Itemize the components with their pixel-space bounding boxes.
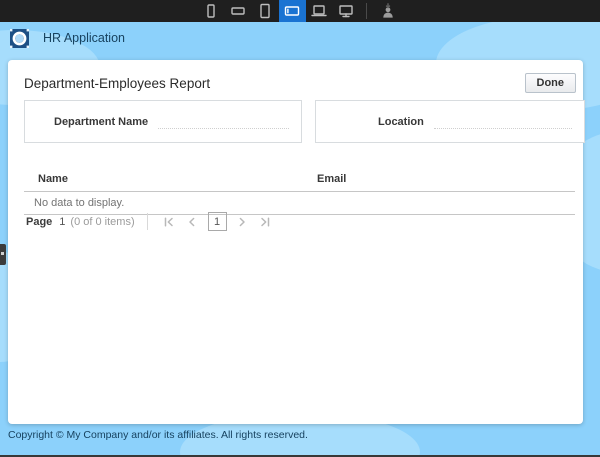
page-label: Page — [26, 215, 53, 228]
tablet-landscape-icon — [284, 6, 300, 16]
laptop-icon — [311, 5, 327, 17]
desktop-icon — [339, 5, 353, 18]
department-name-panel: Department Name — [24, 100, 302, 143]
pagination-bar: Page 1 (0 of 0 items) 1 — [26, 212, 277, 231]
user-persona-icon — [382, 3, 393, 18]
device-phone-landscape-button[interactable] — [225, 0, 252, 22]
device-desktop-button[interactable] — [333, 0, 360, 22]
last-page-button[interactable] — [257, 213, 274, 230]
phone-portrait-icon — [207, 4, 215, 18]
location-empty-field — [433, 128, 572, 129]
location-header: Location — [378, 115, 424, 128]
tablet-portrait-icon — [260, 3, 270, 19]
app-title: HR Application — [43, 31, 125, 45]
current-page-box[interactable]: 1 — [207, 212, 227, 231]
last-page-icon — [261, 216, 270, 227]
location-panel: Location — [315, 100, 585, 143]
drawer-expand-handle[interactable] — [0, 244, 6, 265]
next-page-button[interactable] — [234, 213, 251, 230]
table-header-row: Name Email — [24, 168, 575, 192]
copyright-footer: Copyright © My Company and/or its affili… — [8, 429, 308, 441]
device-tablet-landscape-button-selected[interactable] — [278, 0, 306, 22]
device-laptop-button[interactable] — [306, 0, 333, 22]
page-title: Department-Employees Report — [24, 76, 211, 91]
chevron-right-icon — [239, 217, 245, 226]
phone-landscape-icon — [231, 7, 245, 15]
device-phone-portrait-button[interactable] — [198, 0, 225, 22]
department-name-header: Department Name — [54, 115, 149, 128]
done-button[interactable]: Done — [524, 73, 576, 93]
drawer-handle-icon — [1, 252, 4, 255]
previous-page-button[interactable] — [184, 213, 201, 230]
employees-table: Name Email No data to display. — [24, 168, 575, 215]
column-header-name: Name — [38, 173, 68, 185]
device-tablet-portrait-button[interactable] — [252, 0, 279, 22]
app-header: HR Application — [0, 22, 600, 54]
first-page-button[interactable] — [161, 213, 178, 230]
app-logo-icon — [10, 28, 29, 48]
page-number: 1 — [59, 215, 66, 228]
report-card: Department-Employees Report Done Departm… — [8, 60, 585, 424]
device-preview-toolbar — [0, 0, 600, 22]
column-header-email: Email — [317, 173, 347, 185]
department-name-empty-field — [158, 128, 289, 129]
filter-panels: Department Name Location — [24, 100, 585, 143]
items-summary: (0 of 0 items) — [70, 215, 135, 228]
card-header: Department-Employees Report Done — [8, 60, 583, 100]
first-page-icon — [164, 216, 173, 227]
chevron-left-icon — [189, 217, 195, 226]
pager-divider — [146, 213, 148, 230]
toolbar-divider — [365, 3, 367, 19]
user-persona-button[interactable] — [373, 0, 403, 22]
